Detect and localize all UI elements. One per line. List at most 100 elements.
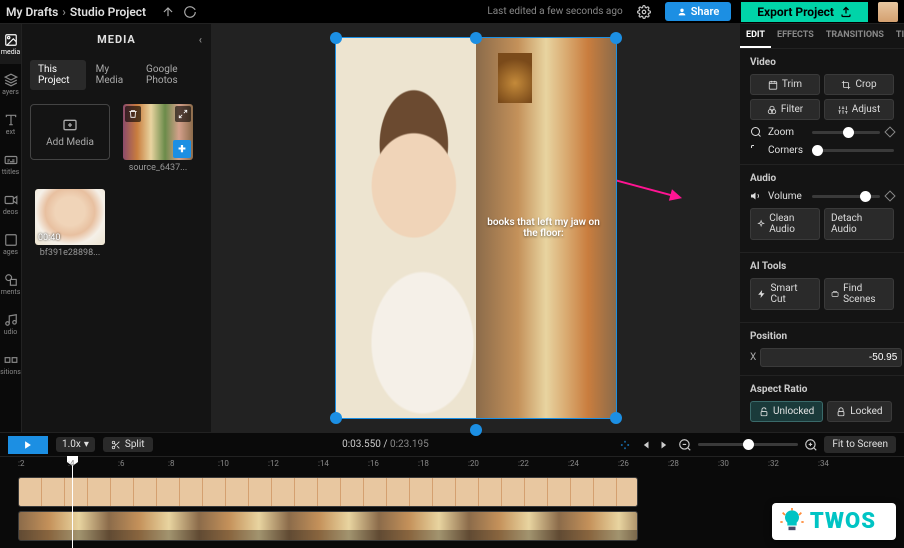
video-preview[interactable]: books that left my jaw on the floor: bbox=[336, 38, 616, 418]
video-track-1[interactable] bbox=[18, 477, 638, 507]
speed-dropdown[interactable]: 1.0x▾ bbox=[56, 437, 95, 452]
tab-this-project[interactable]: This Project bbox=[30, 60, 86, 90]
breadcrumb-project[interactable]: Studio Project bbox=[70, 5, 146, 19]
ruler-tick: :14 bbox=[318, 459, 329, 468]
video-selection[interactable]: books that left my jaw on the floor: bbox=[336, 38, 616, 418]
section-audio: Audio bbox=[750, 173, 894, 184]
volume-slider[interactable] bbox=[812, 195, 880, 198]
ruler-tick: :32 bbox=[768, 459, 779, 468]
tab-my-media[interactable]: My Media bbox=[88, 60, 136, 90]
ruler-tick: :10 bbox=[218, 459, 229, 468]
overlay-text: books that left my jaw on the floor: bbox=[484, 217, 604, 239]
chevron-down-icon: ▾ bbox=[84, 439, 89, 450]
layers-icon bbox=[4, 73, 18, 87]
clean-audio-button[interactable]: Clean Audio bbox=[750, 208, 820, 240]
fit-to-screen-button[interactable]: Fit to Screen bbox=[824, 436, 896, 453]
scenes-icon bbox=[831, 289, 839, 299]
locked-toggle[interactable]: Locked bbox=[827, 401, 891, 422]
rail-text[interactable]: ext bbox=[0, 104, 21, 144]
scissors-icon bbox=[111, 440, 121, 450]
timeline: 1.0x▾ Split 0:03.550 / 0:23.195 Fit to S… bbox=[0, 432, 904, 548]
resize-handle-br[interactable] bbox=[610, 412, 622, 424]
filter-button[interactable]: Filter bbox=[750, 99, 820, 120]
detach-audio-button[interactable]: Detach Audio bbox=[824, 208, 894, 240]
rail-layers[interactable]: ayers bbox=[0, 64, 21, 104]
play-button[interactable] bbox=[8, 436, 48, 454]
sparkle-icon bbox=[757, 219, 765, 229]
media-panel: MEDIA ‹ This Project My Media Google Pho… bbox=[22, 24, 212, 432]
video-track-2[interactable] bbox=[18, 511, 638, 541]
play-icon bbox=[23, 440, 33, 450]
tracks-area[interactable] bbox=[0, 473, 904, 548]
timeline-zoom-slider[interactable] bbox=[698, 443, 798, 446]
breadcrumb[interactable]: My Drafts › Studio Project bbox=[6, 5, 146, 19]
rail-audio[interactable]: udio bbox=[0, 304, 21, 344]
image-icon bbox=[4, 233, 18, 247]
corners-slider[interactable] bbox=[812, 149, 894, 152]
media-filename: source_6437... bbox=[123, 163, 193, 173]
breadcrumb-root[interactable]: My Drafts bbox=[6, 5, 58, 19]
zoom-out-icon[interactable] bbox=[678, 438, 692, 452]
x-input[interactable] bbox=[760, 348, 902, 367]
person-preview bbox=[336, 76, 510, 418]
resize-handle-tl[interactable] bbox=[330, 32, 342, 44]
smart-cut-button[interactable]: Smart Cut bbox=[750, 278, 820, 310]
media-item[interactable]: 00:40 bf391e28898... bbox=[30, 189, 110, 258]
rail-subtitles[interactable]: ttitles bbox=[0, 144, 21, 184]
crop-icon bbox=[841, 80, 851, 90]
zoom-in-icon[interactable] bbox=[804, 438, 818, 452]
adjust-button[interactable]: Adjust bbox=[824, 99, 894, 120]
expand-icon[interactable] bbox=[175, 106, 191, 122]
rotate-handle[interactable] bbox=[470, 424, 482, 436]
zoom-slider[interactable] bbox=[812, 131, 880, 134]
tab-google-photos[interactable]: Google Photos bbox=[138, 60, 203, 90]
ruler-tick: :26 bbox=[618, 459, 629, 468]
canvas-area: books that left my jaw on the floor: bbox=[212, 24, 739, 432]
next-clip-icon[interactable] bbox=[658, 438, 672, 452]
corners-icon bbox=[750, 144, 762, 156]
split-button[interactable]: Split bbox=[103, 437, 153, 452]
add-to-timeline-button[interactable]: + bbox=[173, 140, 191, 158]
ruler-tick: :12 bbox=[268, 459, 279, 468]
canvas[interactable]: books that left my jaw on the floor: bbox=[212, 24, 739, 432]
find-scenes-button[interactable]: Find Scenes bbox=[824, 278, 894, 310]
trim-icon bbox=[768, 80, 778, 90]
tab-transitions[interactable]: TRANSITIONS bbox=[820, 24, 890, 48]
tab-effects[interactable]: EFFECTS bbox=[771, 24, 820, 48]
avatar[interactable] bbox=[878, 2, 898, 22]
filter-icon bbox=[767, 105, 777, 115]
share-label: Share bbox=[691, 5, 720, 18]
settings-icon[interactable] bbox=[637, 5, 651, 19]
keyframe-icon[interactable] bbox=[884, 190, 895, 201]
duration-badge: 00:40 bbox=[38, 233, 60, 243]
tab-edit[interactable]: EDIT bbox=[740, 24, 771, 48]
upload-icon[interactable] bbox=[160, 4, 176, 20]
snap-icon[interactable] bbox=[618, 438, 632, 452]
redo-icon[interactable] bbox=[182, 4, 198, 20]
trim-button[interactable]: Trim bbox=[750, 74, 820, 95]
timeline-ruler[interactable]: :2:4:6:8:10:12:14:16:18:20:22:24:26:28:3… bbox=[0, 457, 904, 473]
playhead-line[interactable] bbox=[72, 473, 73, 548]
media-item[interactable]: + source_6437... bbox=[118, 104, 198, 173]
add-media-button[interactable]: Add Media bbox=[30, 104, 110, 160]
rail-media[interactable]: media bbox=[0, 24, 21, 64]
resize-handle-tr[interactable] bbox=[610, 32, 622, 44]
collapse-icon[interactable]: ‹ bbox=[199, 33, 203, 46]
rail-videos[interactable]: deos bbox=[0, 184, 21, 224]
unlocked-toggle[interactable]: Unlocked bbox=[750, 401, 823, 422]
tab-timing[interactable]: TIMING bbox=[890, 24, 904, 48]
share-button[interactable]: Share bbox=[665, 2, 732, 21]
rail-images[interactable]: ages bbox=[0, 224, 21, 264]
keyframe-icon[interactable] bbox=[884, 126, 895, 137]
rail-transitions[interactable]: sitions bbox=[0, 344, 21, 384]
rail-elements[interactable]: ments bbox=[0, 264, 21, 304]
prev-clip-icon[interactable] bbox=[638, 438, 652, 452]
video-icon bbox=[4, 193, 18, 207]
resize-handle-bl[interactable] bbox=[330, 412, 342, 424]
export-button[interactable]: Export Project bbox=[741, 2, 868, 22]
crop-button[interactable]: Crop bbox=[824, 74, 894, 95]
ruler-tick: :2 bbox=[18, 459, 24, 468]
trash-icon[interactable] bbox=[125, 106, 141, 122]
resize-handle-tm[interactable] bbox=[470, 32, 482, 44]
media-tabs: This Project My Media Google Photos bbox=[22, 54, 211, 96]
